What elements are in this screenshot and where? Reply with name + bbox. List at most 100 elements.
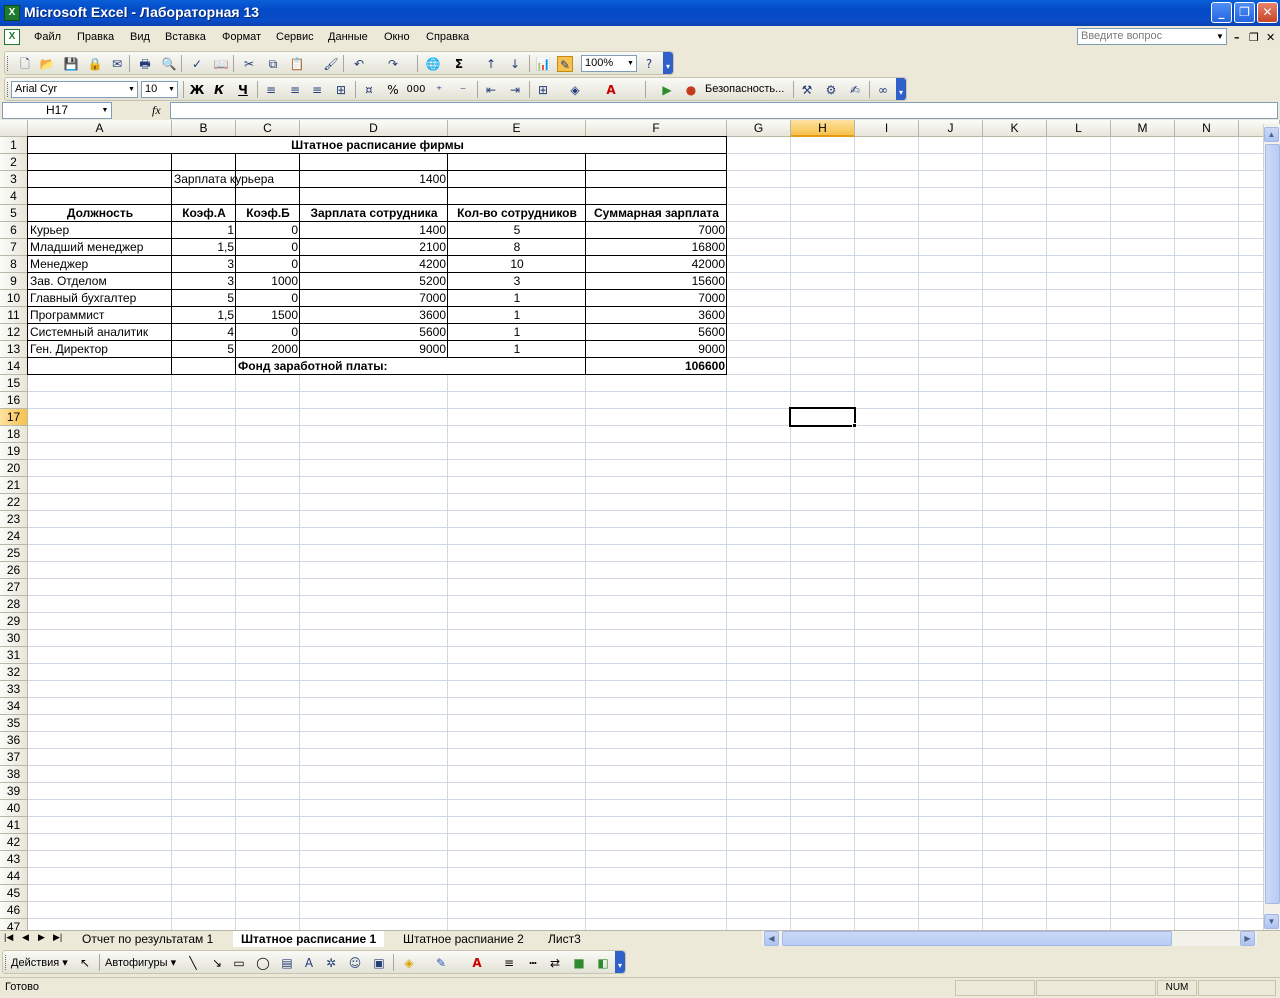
worksheet-grid[interactable]: ABCDEFGHIJKLMN 1 2 3 4 5 6 7 8 9 10 11 12 13 14 15 16 17… <box>0 120 1280 930</box>
table-cell[interactable]: 5200 <box>300 273 448 290</box>
comma-style-button[interactable]: 000 <box>405 82 427 98</box>
print-preview-icon[interactable]: 🔍 <box>161 56 177 72</box>
spelling-icon[interactable]: ✓ <box>189 56 205 72</box>
row-header-2[interactable]: 2 <box>0 154 28 171</box>
table-cell[interactable]: 5600 <box>586 324 727 341</box>
table-cell[interactable]: 15600 <box>586 273 727 290</box>
table-cell[interactable]: 1 <box>448 307 586 324</box>
table-cell[interactable]: 3 <box>172 256 236 273</box>
scroll-left-icon[interactable]: ◀ <box>764 931 779 946</box>
column-header-d[interactable]: D <box>300 120 448 137</box>
row-header-30[interactable]: 30 <box>0 630 28 647</box>
menu-help[interactable]: Справка <box>426 31 469 43</box>
table-cell[interactable]: Главный бухгалтер <box>28 290 172 307</box>
table-cell[interactable]: 0 <box>236 290 300 307</box>
close-button[interactable]: ✕ <box>1257 2 1278 23</box>
control-toolbox-icon[interactable]: ⚒ <box>799 82 815 98</box>
help-icon[interactable]: ? <box>641 56 657 72</box>
table-cell[interactable]: 1500 <box>236 307 300 324</box>
row-header-15[interactable]: 15 <box>0 375 28 392</box>
row-header-44[interactable]: 44 <box>0 868 28 885</box>
table-cell[interactable]: Младший менеджер <box>28 239 172 256</box>
decrease-indent-icon[interactable]: ⇤ <box>483 82 499 98</box>
row-header-9[interactable]: 9 <box>0 273 28 290</box>
new-icon[interactable]: 🗋 <box>17 56 33 72</box>
select-all-button[interactable] <box>0 120 28 137</box>
wordart-icon[interactable]: A <box>301 955 317 971</box>
rectangle-icon[interactable]: ▭ <box>231 955 247 971</box>
table-cell[interactable]: 16800 <box>586 239 727 256</box>
menu-file[interactable]: Файл <box>34 31 61 43</box>
table-cell[interactable]: 2100 <box>300 239 448 256</box>
decrease-decimal-icon[interactable]: ⁻ <box>455 82 471 98</box>
row-header-22[interactable]: 22 <box>0 494 28 511</box>
toolbar-options-icon[interactable]: ▾ <box>615 951 625 973</box>
courier-salary-label-cell[interactable]: Зарплата курьера <box>172 171 274 188</box>
column-header-e[interactable]: E <box>448 120 586 137</box>
row-header-40[interactable]: 40 <box>0 800 28 817</box>
column-header-c[interactable]: C <box>236 120 300 137</box>
visual-basic-icon[interactable]: ✍ <box>847 82 863 98</box>
column-header-h[interactable]: H <box>791 120 855 137</box>
row-header-4[interactable]: 4 <box>0 188 28 205</box>
row-header-23[interactable]: 23 <box>0 511 28 528</box>
hyperlink-icon[interactable]: 🌐 <box>425 56 441 72</box>
borders-icon[interactable]: ⊞ <box>535 82 551 98</box>
column-header-g[interactable]: G <box>727 120 791 137</box>
line-color-icon[interactable]: ✎ <box>433 955 449 971</box>
column-header-f[interactable]: F <box>586 120 727 137</box>
excel-app-icon[interactable]: X <box>4 5 20 21</box>
header-cell[interactable]: Зарплата сотрудника <box>300 205 448 222</box>
doc-minimize-button[interactable]: – <box>1234 31 1240 44</box>
security-button[interactable]: Безопасность... <box>705 83 784 95</box>
table-cell[interactable]: 7000 <box>586 222 727 239</box>
minimize-button[interactable]: _ <box>1211 2 1232 23</box>
table-cell[interactable]: 4 <box>172 324 236 341</box>
underline-button[interactable]: Ч <box>235 82 251 98</box>
chart-wizard-icon[interactable]: 📊 <box>535 56 551 72</box>
row-header-19[interactable]: 19 <box>0 443 28 460</box>
row-header-14[interactable]: 14 <box>0 358 28 375</box>
table-cell[interactable]: 5 <box>172 341 236 358</box>
toolbar-options-icon[interactable]: ▾ <box>896 78 906 100</box>
table-cell[interactable]: 1 <box>172 222 236 239</box>
row-header-27[interactable]: 27 <box>0 579 28 596</box>
vertical-scroll-thumb[interactable] <box>1265 144 1280 904</box>
doc-restore-button[interactable]: ❐ <box>1249 31 1259 44</box>
menu-view[interactable]: Вид <box>130 31 150 43</box>
row-header-42[interactable]: 42 <box>0 834 28 851</box>
align-left-icon[interactable]: ≡ <box>263 82 279 98</box>
table-cell[interactable]: Ген. Директор <box>28 341 172 358</box>
row-header-8[interactable]: 8 <box>0 256 28 273</box>
sort-ascending-icon[interactable]: ↑ <box>483 56 499 72</box>
table-cell[interactable]: 10 <box>448 256 586 273</box>
row-header-7[interactable]: 7 <box>0 239 28 256</box>
sheet-tab-staff-1[interactable]: Штатное расписание 1 <box>233 931 385 947</box>
table-cell[interactable]: Зав. Отделом <box>28 273 172 290</box>
format-painter-icon[interactable]: 🖌 <box>323 56 339 72</box>
align-right-icon[interactable]: ≡ <box>309 82 325 98</box>
first-sheet-icon[interactable]: |◀ <box>4 932 13 943</box>
row-header-13[interactable]: 13 <box>0 341 28 358</box>
table-cell[interactable]: Менеджер <box>28 256 172 273</box>
row-header-24[interactable]: 24 <box>0 528 28 545</box>
formula-input[interactable] <box>170 102 1278 119</box>
autoshapes-menu[interactable]: Автофигуры ▾ <box>105 956 176 969</box>
header-cell[interactable]: Должность <box>28 205 172 222</box>
row-header-46[interactable]: 46 <box>0 902 28 919</box>
bold-button[interactable]: Ж <box>189 82 205 98</box>
column-header-l[interactable]: L <box>1047 120 1111 137</box>
row-header-34[interactable]: 34 <box>0 698 28 715</box>
table-cell[interactable]: 7000 <box>300 290 448 307</box>
column-header-b[interactable]: B <box>172 120 236 137</box>
header-cell[interactable]: Кол-во сотрудников <box>448 205 586 222</box>
permission-icon[interactable]: 🔒 <box>87 56 103 72</box>
fill-handle[interactable] <box>852 423 857 428</box>
horizontal-scroll-thumb[interactable] <box>782 931 1172 946</box>
table-cell[interactable]: 1 <box>448 290 586 307</box>
header-cell[interactable]: Коэф.Б <box>236 205 300 222</box>
table-cell[interactable]: 5 <box>448 222 586 239</box>
autosum-icon[interactable]: Σ <box>451 56 467 72</box>
table-cell[interactable]: 1000 <box>236 273 300 290</box>
horizontal-scrollbar[interactable]: ◀ ▶ <box>762 931 1257 946</box>
